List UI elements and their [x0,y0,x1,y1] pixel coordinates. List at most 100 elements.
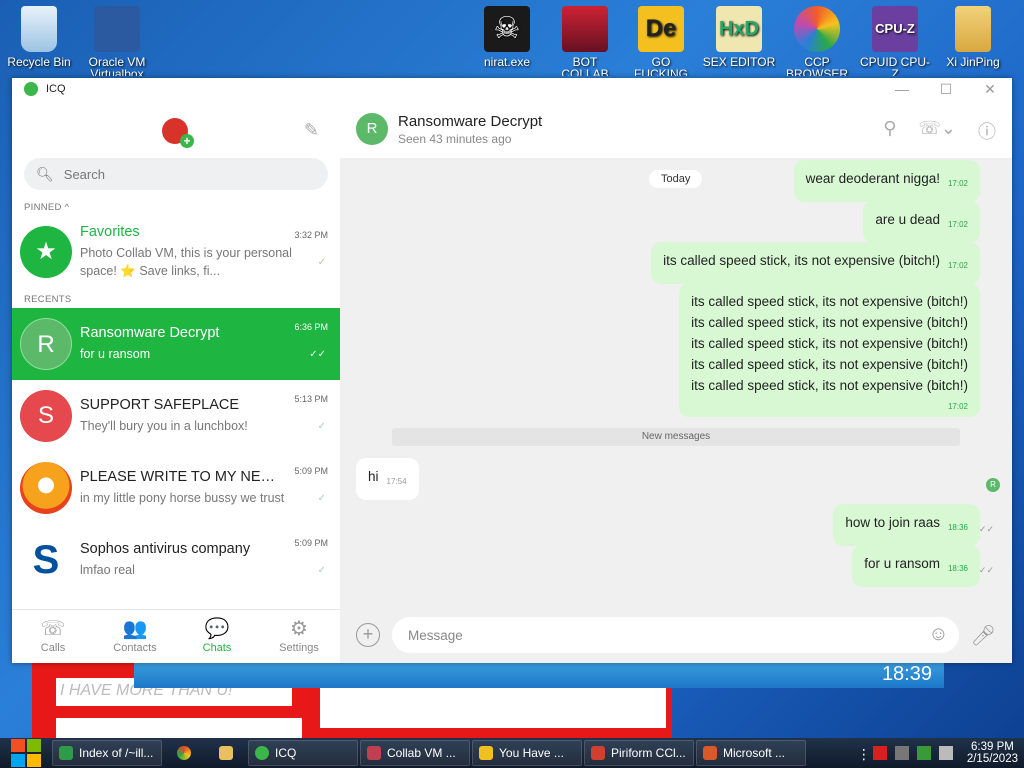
my-avatar[interactable]: + [162,118,194,148]
taskbar-item-chrome[interactable] [164,740,204,766]
window-title: ICQ [46,83,66,95]
chrome-icon [177,746,191,760]
desktop-icon-nirat[interactable]: ☠ nirat.exe [470,6,544,76]
tab-settings[interactable]: ⚙ Settings [258,610,340,663]
read-check-icon: ✓ [317,257,326,268]
clock[interactable]: 6:39 PM 2/15/2023 [967,741,1018,765]
call-icon[interactable]: ☏⌄ [918,118,956,144]
chat-item-please-write[interactable]: PLEASE WRITE TO MY NEW IC... in my littl… [12,452,340,524]
phone-icon: ☏ [40,618,66,640]
maximize-button[interactable]: ☐ [924,81,968,98]
attach-button[interactable]: + [356,623,380,647]
desktop-icon-bot-collab[interactable]: BOT COLLAB [548,6,622,76]
overflow-icon[interactable]: ⋮ [857,746,871,762]
ccleaner-icon [591,746,605,760]
taskbar-item-spotify[interactable]: Index of /~ill... [52,740,162,766]
new-messages-divider: New messages [392,428,960,446]
tab-chats[interactable]: 💬 Chats [176,610,258,663]
message-time: 18:36 [947,523,968,532]
clock-date: 2/15/2023 [966,753,1018,765]
desktop-icon-xi-jinping[interactable]: Xi JinPing [936,6,1010,76]
desktop-icon-die[interactable]: De GO FUCKING DIE WHORE [624,6,698,76]
microphone-icon[interactable]: 🎤︎ [971,623,996,648]
read-check-icon: ✓ [317,565,326,576]
taskbar-item-piriform[interactable]: Piriform CCl... [584,740,694,766]
message-text: for u ransom [864,556,940,571]
recycle-bin-icon [21,6,57,52]
chat-time: 3:32 PM [294,230,328,240]
app-icon [367,746,381,760]
message-list[interactable]: Today wear deoderant nigga! 17:02 are u d… [340,158,1012,607]
message-bubble-incoming[interactable]: hi 17:54 [356,458,419,500]
taskbar-item-microsoft[interactable]: Microsoft ... [696,740,806,766]
chat-item-support-safeplace[interactable]: S SUPPORT SAFEPLACE They'll bury you in … [12,380,340,452]
emoji-icon[interactable]: ☺ [928,623,948,646]
tab-label: Chats [202,642,232,654]
message-bubble[interactable]: are u dead 17:02 [863,201,980,243]
windows-logo-icon [11,739,41,767]
taskbar-item-explorer[interactable] [206,740,246,766]
message-text: hi [368,469,379,484]
add-icon: + [180,134,194,148]
compose-icon[interactable]: ✎ [304,120,324,140]
chat-time: 5:09 PM [294,466,328,476]
close-button[interactable]: ✕ [968,81,1012,98]
taskbar-item-you-have[interactable]: You Have ... [472,740,582,766]
background-clock-strip: 18:39 [134,660,944,688]
title-bar[interactable]: ICQ — ☐ ✕ [12,78,1012,100]
desktop-icon-cpuz[interactable]: CPU-Z CPUID CPU-Z [858,6,932,76]
message-time: 17:02 [947,261,968,270]
chat-item-sophos[interactable]: S Sophos antivirus company lmfao real 5:… [12,524,340,596]
taskbar-item-collab-vm[interactable]: Collab VM ... [360,740,470,766]
message-line: its called speed stick, its not expensiv… [691,315,968,330]
tab-label: Settings [279,642,319,654]
chat-preview: for u ransom [80,347,151,361]
contact-avatar[interactable]: R [356,113,388,145]
search-icon[interactable]: ⚲ [883,118,896,144]
warning-icon [479,746,493,760]
message-input[interactable]: Message ☺ [392,617,959,653]
message-bubble[interactable]: its called speed stick, its not expensiv… [679,283,980,417]
tab-contacts[interactable]: 👥 Contacts [94,610,176,663]
search-placeholder: Search [63,166,105,182]
chat-preview: They'll bury you in a lunchbox! [80,419,248,433]
message-time: 17:02 [947,179,968,188]
flag-icon[interactable] [872,746,887,760]
message-bubble[interactable]: for u ransom 18:36 [852,545,980,587]
pinned-label[interactable]: PINNED ^ [12,202,340,216]
chat-time: 6:36 PM [294,322,328,332]
contact-name[interactable]: Ransomware Decrypt [398,113,542,130]
recents-label: RECENTS [24,294,72,305]
sidebar: + ✎ 🔍︎ Search PINNED ^ ★ Favorites Photo… [12,100,340,663]
volume-icon[interactable] [938,746,953,760]
contacts-icon: 👥 [122,618,148,640]
desktop-icon-ccp-browser[interactable]: CCP BROWSER [780,6,854,76]
taskbar-item-icq[interactable]: ICQ [248,740,358,766]
desktop-icon-hxd[interactable]: HxD SEX EDITOR [702,6,776,76]
tab-calls[interactable]: ☏ Calls [12,610,94,663]
desktop-icon-virtualbox[interactable]: Oracle VM Virtualbox [80,6,154,76]
skull-icon: ☠ [484,6,530,52]
chat-name: SUPPORT SAFEPLACE [80,397,240,413]
header-actions: ⚲ ☏⌄ ⓘ [883,118,996,144]
action-center-icon[interactable] [894,746,909,760]
message-text: wear deoderant nigga! [805,171,940,186]
chat-item-favorites[interactable]: ★ Favorites Photo Collab VM, this is you… [12,216,340,288]
message-bubble[interactable]: wear deoderant nigga! 17:02 [793,160,980,202]
chat-time: 5:13 PM [294,394,328,404]
network-icon[interactable] [916,746,931,760]
message-bubble[interactable]: its called speed stick, its not expensiv… [651,242,980,284]
chat-bubble-icon: 💬 [204,618,230,640]
read-check-icon: ✓ [317,493,326,504]
search-input[interactable]: 🔍︎ Search [24,158,328,190]
message-bubble[interactable]: how to join raas 18:36 [833,504,980,546]
info-icon[interactable]: ⓘ [978,118,996,144]
chat-preview: Photo Collab VM, this is your personal s… [80,246,292,278]
chat-avatar: R [20,318,72,370]
chat-item-ransomware-decrypt[interactable]: R Ransomware Decrypt for u ransom 6:36 P… [12,308,340,380]
desktop-icon-recycle-bin[interactable]: Recycle Bin [2,6,76,76]
bot-collab-icon [562,6,608,52]
minimize-button[interactable]: — [880,81,924,98]
browser-icon [794,6,840,52]
start-button[interactable] [0,738,52,768]
